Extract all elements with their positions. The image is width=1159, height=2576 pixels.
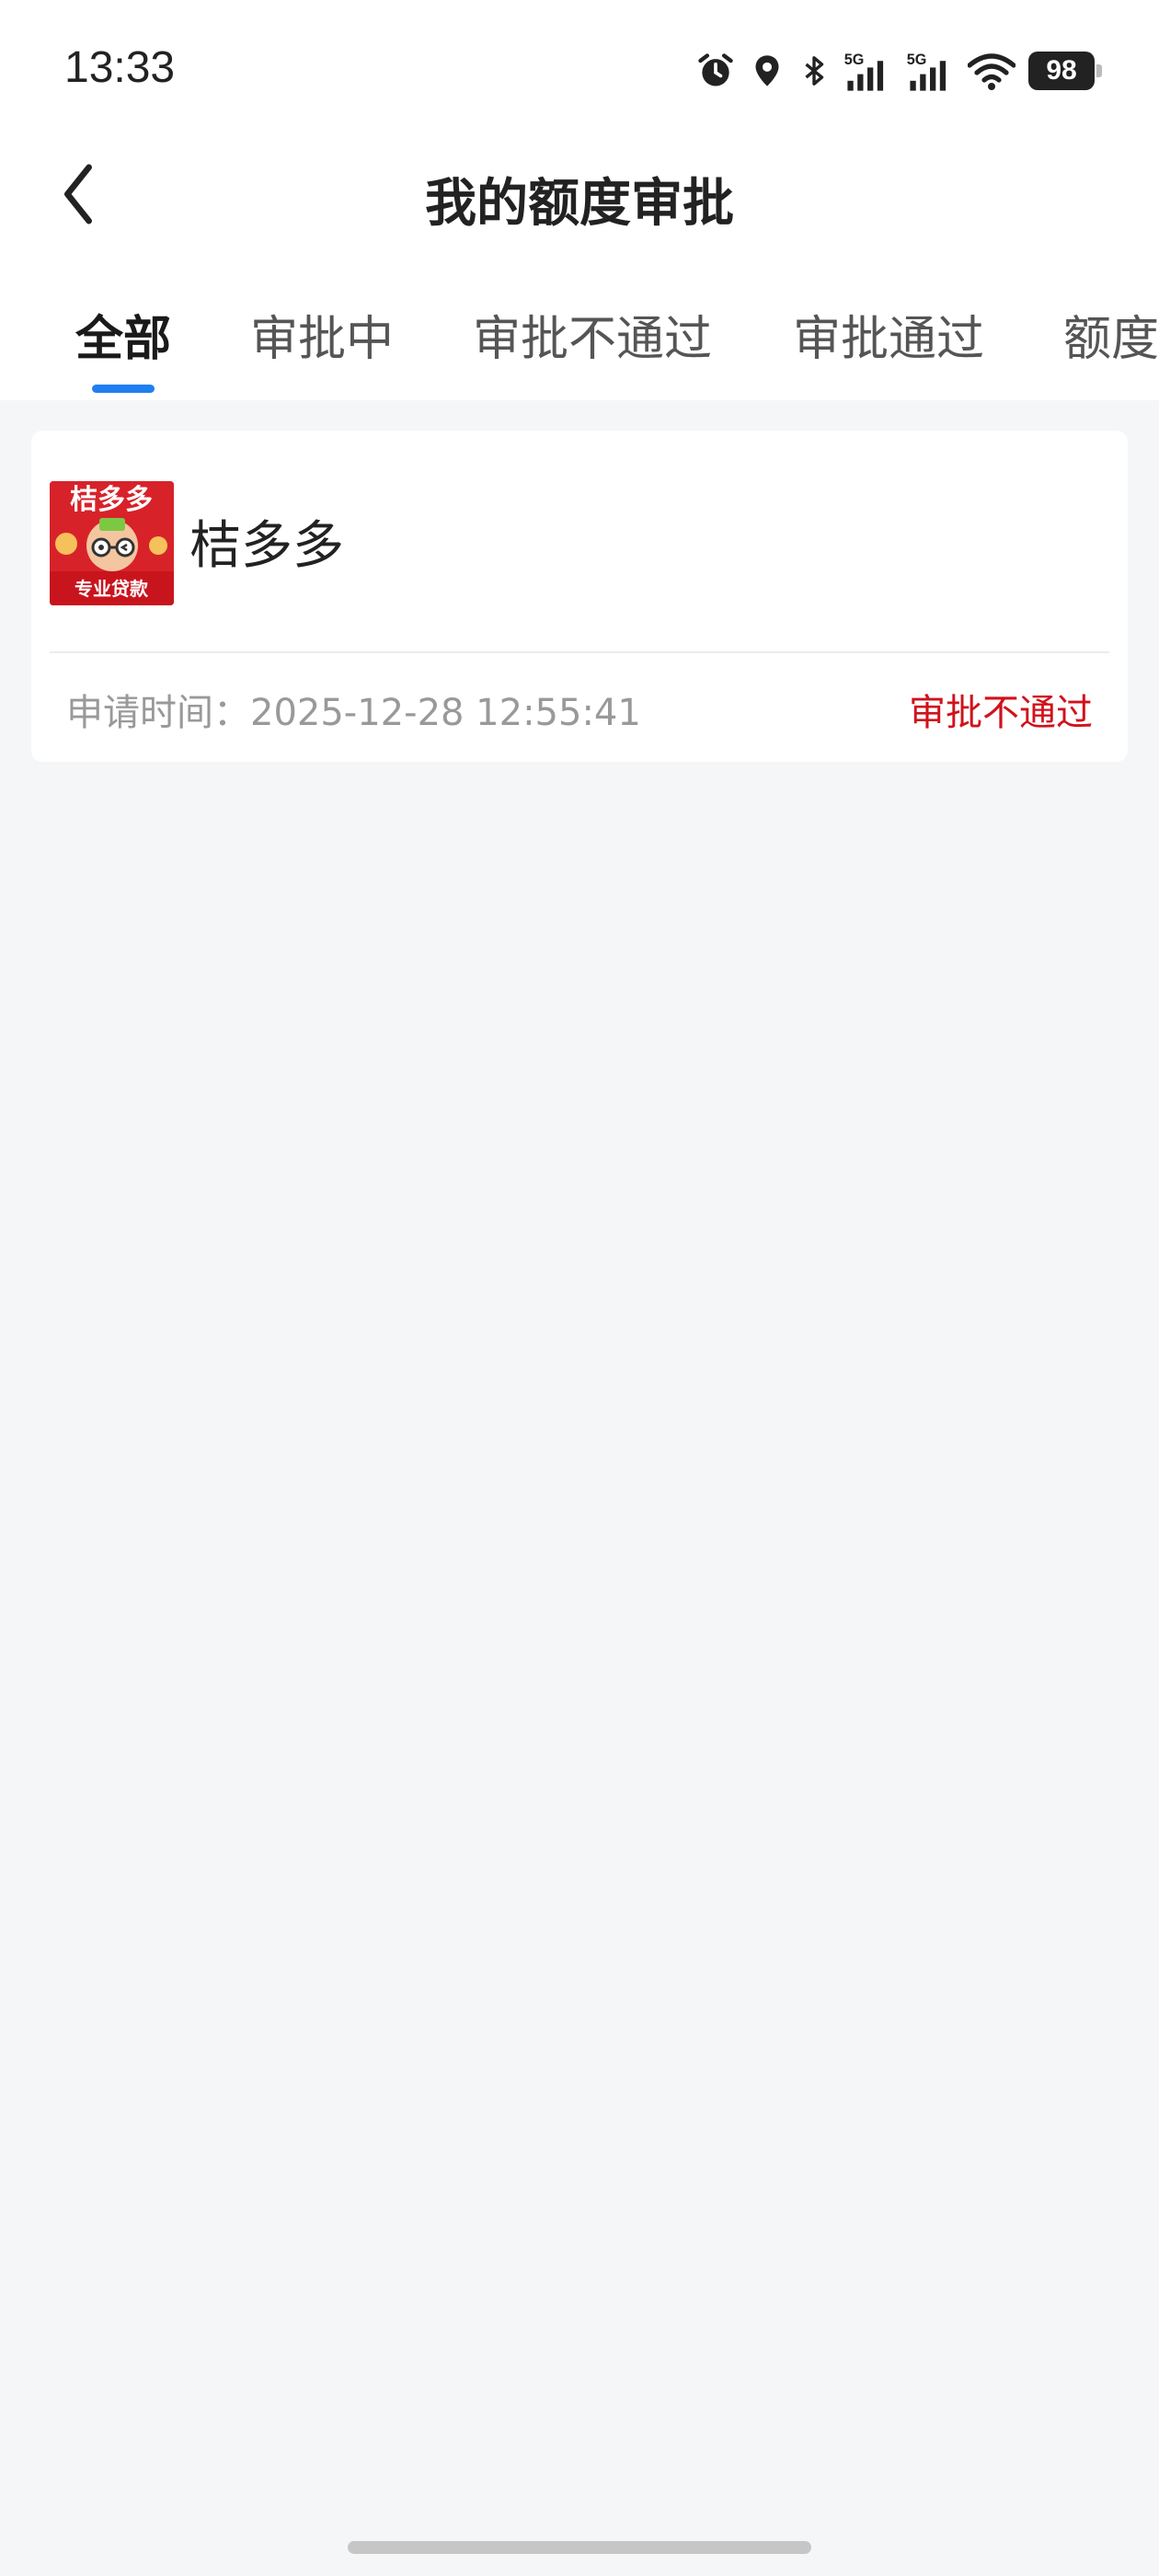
product-name: 桔多多 bbox=[189, 516, 344, 576]
apply-time-label: 申请时间： bbox=[66, 692, 250, 734]
tab-all[interactable]: 全部 bbox=[75, 300, 171, 369]
apply-time-value: 2025-12-28 12:55:41 bbox=[250, 692, 641, 734]
svg-text:5G: 5G bbox=[844, 52, 865, 68]
status-time: 13:33 bbox=[64, 43, 176, 92]
status-badge: 审批不通过 bbox=[909, 692, 1093, 734]
active-tab-indicator bbox=[92, 385, 155, 393]
battery-indicator: 98 bbox=[1028, 52, 1102, 90]
tab-approved[interactable]: 审批通过 bbox=[793, 300, 984, 369]
tab-quota[interactable]: 额度 bbox=[1063, 300, 1159, 369]
wifi-icon bbox=[968, 51, 1016, 91]
tab-rejected[interactable]: 审批不通过 bbox=[473, 300, 712, 369]
status-bar: 13:33 5G 5G 98 bbox=[0, 0, 1159, 138]
tab-bar: 全部 审批中 审批不通过 审批通过 额度 bbox=[0, 258, 1159, 400]
product-logo: 桔多多 专业贷款 bbox=[50, 481, 174, 605]
header: 我的额度审批 bbox=[0, 138, 1159, 258]
page-title: 我的额度审批 bbox=[425, 174, 734, 234]
status-icons: 5G 5G 98 bbox=[695, 48, 1102, 94]
signal-5g-icon: 5G bbox=[843, 49, 892, 93]
logo-text-top: 桔多多 bbox=[70, 484, 153, 516]
alarm-icon bbox=[695, 51, 736, 91]
svg-text:5G: 5G bbox=[907, 52, 927, 68]
apply-time: 申请时间：2025-12-28 12:55:41 bbox=[66, 683, 641, 736]
tab-in-review[interactable]: 审批中 bbox=[250, 300, 394, 369]
signal-5g-icon: 5G bbox=[905, 49, 955, 93]
location-icon bbox=[749, 51, 786, 91]
home-indicator[interactable] bbox=[348, 2541, 811, 2554]
logo-text-bottom: 专业贷款 bbox=[75, 578, 149, 600]
page: 13:33 5G 5G 98 我的额度审批 全部 审批中 审批不通过 审批通过 … bbox=[0, 0, 1159, 2576]
bluetooth-icon bbox=[798, 51, 830, 91]
card-divider bbox=[50, 651, 1109, 653]
approval-record-card[interactable]: 桔多多 专业贷款 桔多多 申请时间：2025-12-28 12:55:41 审批… bbox=[31, 431, 1128, 762]
